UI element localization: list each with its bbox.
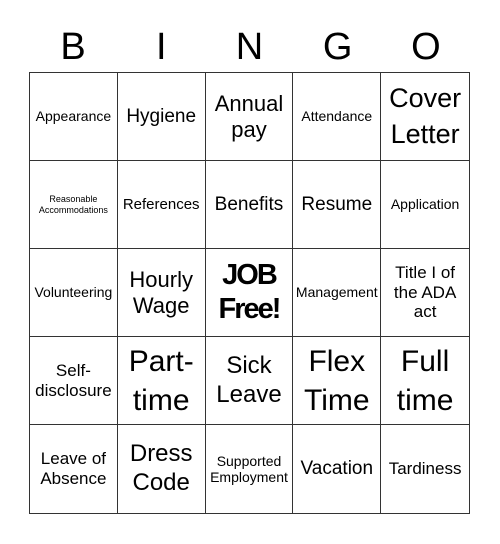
cell-label: Hygiene: [126, 105, 197, 127]
bingo-cell[interactable]: Tardiness: [381, 425, 469, 513]
cell-label: Attendance: [301, 108, 373, 125]
bingo-cell[interactable]: Full time: [381, 337, 469, 425]
bingo-cell[interactable]: Application: [381, 161, 469, 249]
cell-label: Hourly Wage: [129, 267, 193, 318]
bingo-grid: Appearance Hygiene Annual pay Attendance Cov…: [29, 72, 470, 514]
bingo-cell[interactable]: Self-disclosure: [30, 337, 118, 425]
cell-label: Part-time: [128, 344, 194, 417]
header-letter-g: G: [322, 26, 353, 68]
cell-label: References: [122, 195, 200, 213]
cell-label: Volunteering: [34, 284, 113, 301]
bingo-cell[interactable]: Volunteering: [30, 249, 118, 337]
bingo-cell[interactable]: Attendance: [293, 73, 382, 161]
cell-label: Title I of the ADA act: [393, 263, 457, 322]
bingo-cell[interactable]: Vacation: [293, 425, 382, 513]
bingo-cell[interactable]: Hourly Wage: [117, 249, 206, 337]
cell-label: Leave of Absence: [40, 449, 107, 488]
bingo-cell[interactable]: Flex Time: [293, 337, 382, 425]
cell-label: Appearance: [35, 108, 112, 125]
bingo-cell[interactable]: Benefits: [205, 161, 294, 249]
bingo-cell[interactable]: Cover Letter: [381, 73, 469, 161]
bingo-cell[interactable]: Part-time: [117, 337, 206, 425]
header-letter-n: N: [235, 26, 264, 68]
cell-label: Resume: [301, 193, 373, 215]
cell-label: Cover Letter: [389, 83, 462, 149]
bingo-cell[interactable]: Management: [293, 249, 382, 337]
cell-label: Benefits: [214, 193, 284, 215]
cell-label: JOB Free!: [218, 259, 282, 325]
header-letter-b: B: [60, 26, 86, 68]
header-letter-o: O: [411, 26, 441, 68]
cell-label: Tardiness: [388, 459, 462, 479]
bingo-cell[interactable]: Dress Code: [118, 425, 206, 513]
header-letter-i: I: [156, 26, 167, 68]
bingo-cell[interactable]: Title I of the ADA act: [381, 249, 469, 337]
cell-label: Supported Employment: [210, 452, 288, 485]
cell-label: Vacation: [300, 458, 374, 480]
cell-label: Annual pay: [214, 91, 284, 142]
cell-label: Sick Leave: [216, 351, 282, 408]
bingo-cell[interactable]: Appearance: [30, 73, 118, 161]
cell-label: Management: [295, 284, 378, 301]
free-space-cell[interactable]: JOB Free!: [205, 249, 294, 337]
bingo-cell[interactable]: Supported Employment: [206, 425, 294, 513]
bingo-cell[interactable]: Hygiene: [117, 73, 206, 161]
cell-label: Full time: [396, 344, 454, 417]
bingo-cell[interactable]: Leave of Absence: [30, 425, 118, 513]
bingo-cell[interactable]: References: [117, 161, 206, 249]
cell-label: Application: [390, 196, 460, 213]
cell-label: Self-disclosure: [35, 360, 112, 400]
bingo-cell[interactable]: Resume: [293, 161, 382, 249]
bingo-cell[interactable]: Reasonable Accommodations: [30, 161, 118, 249]
cell-label: Dress Code: [129, 440, 193, 496]
bingo-header: B I N G O: [29, 22, 470, 72]
cell-label: Flex Time: [304, 344, 370, 417]
bingo-cell[interactable]: Annual pay: [205, 73, 294, 161]
cell-label: Reasonable Accommodations: [38, 194, 108, 215]
bingo-cell[interactable]: Sick Leave: [205, 337, 294, 425]
